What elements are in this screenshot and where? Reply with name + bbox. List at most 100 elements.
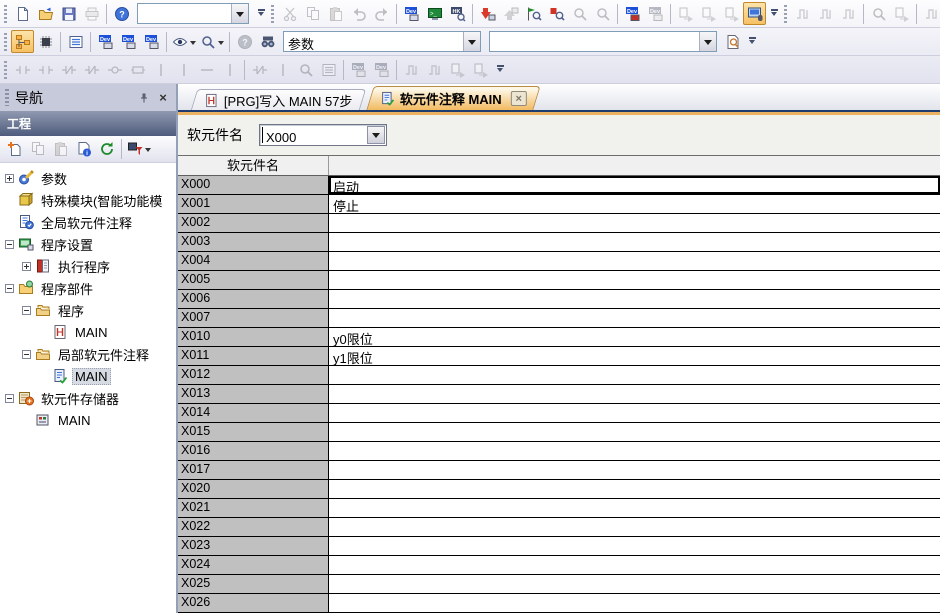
tree-item-device-memory-main[interactable]: MAIN [3, 409, 176, 431]
device-cell[interactable]: X001 [178, 195, 329, 214]
device-cell[interactable]: X005 [178, 271, 329, 290]
comment-cell[interactable] [329, 442, 940, 461]
toolbar-drag-handle[interactable] [271, 5, 274, 23]
comment-cell[interactable] [329, 575, 940, 594]
comment-cell[interactable] [329, 309, 940, 328]
comment-cell[interactable] [329, 233, 940, 252]
ladder-toolbar-overflow[interactable] [494, 59, 506, 81]
comment-cell[interactable] [329, 499, 940, 518]
device-column-header[interactable]: 软元件名 [178, 156, 329, 175]
comment-cell[interactable] [329, 594, 940, 613]
device-cell[interactable]: X012 [178, 366, 329, 385]
tree-item-parameter[interactable]: 参数 [3, 167, 176, 189]
collapse-icon[interactable] [5, 394, 14, 403]
tree-item-device-memory[interactable]: 软元件存储器 [3, 387, 176, 409]
toolbar-drag-handle[interactable] [4, 61, 7, 79]
device-cell[interactable]: X007 [178, 309, 329, 328]
device-cell[interactable]: X022 [178, 518, 329, 537]
toolbar-drag-handle[interactable] [4, 33, 7, 51]
device-cell[interactable]: X015 [178, 423, 329, 442]
comment-cell[interactable]: y0限位 [329, 328, 940, 347]
find-target-combo[interactable]: 参数 [283, 31, 481, 52]
device-cell[interactable]: X003 [178, 233, 329, 252]
device-batch-button[interactable]: Dev [140, 30, 163, 53]
device-name-dropdown-button[interactable] [367, 126, 385, 144]
monitor-stop-button[interactable] [545, 2, 568, 25]
navigation-window-button[interactable] [11, 30, 34, 53]
monitor-start-button[interactable] [522, 2, 545, 25]
drag-handle[interactable] [5, 89, 9, 106]
device-test-button[interactable]: Dev [621, 2, 644, 25]
comment-cell[interactable] [329, 480, 940, 499]
device-cell[interactable]: X020 [178, 480, 329, 499]
comment-cell[interactable] [329, 290, 940, 309]
find-keyword-combo[interactable] [489, 31, 717, 52]
comment-cell[interactable] [329, 518, 940, 537]
tree-item-global-device-comment[interactable]: 全局软元件注释 [3, 211, 176, 233]
refresh-view-button[interactable] [95, 138, 118, 161]
device-cell[interactable]: X014 [178, 404, 329, 423]
module-configuration-button[interactable] [34, 30, 57, 53]
quick-access-combo[interactable] [137, 3, 249, 24]
comment-cell[interactable] [329, 461, 940, 480]
new-project-button[interactable] [11, 2, 34, 25]
find-keyword-combo-dropdown-button[interactable] [699, 32, 716, 51]
save-project-button[interactable] [57, 2, 80, 25]
collapse-icon[interactable] [22, 306, 31, 315]
device-cell[interactable]: X013 [178, 385, 329, 404]
tree-item-local-comment-main[interactable]: MAIN [3, 365, 176, 387]
tree-item-special-module[interactable]: 特殊模块(智能功能模 [3, 189, 176, 211]
comment-cell[interactable] [329, 252, 940, 271]
comment-cell[interactable]: y1限位 [329, 347, 940, 366]
comment-cell[interactable]: 停止 [329, 195, 940, 214]
device-display-button[interactable]: Dev [400, 2, 423, 25]
comment-cell[interactable] [329, 271, 940, 290]
close-icon[interactable]: × [155, 90, 171, 106]
device-memory-list-button[interactable]: Dev [117, 30, 140, 53]
device-cell[interactable]: X024 [178, 556, 329, 575]
sort-filter-button[interactable] [125, 138, 153, 161]
find-toolbar-overflow[interactable] [746, 31, 758, 53]
device-cell[interactable]: X021 [178, 499, 329, 518]
device-batch-monitor-button[interactable]: HK [446, 2, 469, 25]
device-display-dropdown[interactable] [170, 30, 198, 53]
comment-cell[interactable] [329, 537, 940, 556]
device-cell[interactable]: X025 [178, 575, 329, 594]
online-toolbar-overflow[interactable] [768, 3, 780, 25]
comment-cell[interactable] [329, 214, 940, 233]
comment-cell[interactable]: 启动 [329, 176, 940, 195]
data-property-button[interactable]: i [72, 138, 95, 161]
collapse-icon[interactable] [5, 284, 14, 293]
toolbar-drag-handle[interactable] [784, 5, 787, 23]
find-button[interactable] [256, 30, 279, 53]
expand-icon[interactable] [5, 174, 14, 183]
collapse-icon[interactable] [5, 240, 14, 249]
tree-item-program[interactable]: 程序 [3, 299, 176, 321]
device-cell[interactable]: X006 [178, 290, 329, 309]
expand-icon[interactable] [22, 262, 31, 271]
tree-item-program-parts[interactable]: 程序部件 [3, 277, 176, 299]
tab-close-button[interactable]: × [510, 91, 526, 106]
standard-toolbar-overflow[interactable] [255, 3, 267, 25]
tree-item-execution-program[interactable]: 执行程序 [3, 255, 176, 277]
comment-column-header[interactable] [329, 156, 940, 175]
device-cell[interactable]: X017 [178, 461, 329, 480]
device-cell[interactable]: X002 [178, 214, 329, 233]
tab-prg-main[interactable]: [PRG]写入 MAIN 57步 [191, 89, 366, 110]
help-button[interactable]: ? [110, 2, 133, 25]
tree-item-program-setting[interactable]: 程序设置 [3, 233, 176, 255]
device-cell[interactable]: X026 [178, 594, 329, 613]
simulation-button[interactable] [743, 2, 766, 25]
device-find-dropdown[interactable] [198, 30, 226, 53]
tree-item-program-main[interactable]: MAIN [3, 321, 176, 343]
quick-access-combo-dropdown-button[interactable] [231, 4, 248, 23]
device-cell[interactable]: X010 [178, 328, 329, 347]
toolbar-drag-handle[interactable] [4, 5, 7, 23]
device-comment-button[interactable]: Dev [94, 30, 117, 53]
open-project-button[interactable] [34, 2, 57, 25]
device-cell[interactable]: X000 [178, 176, 329, 195]
device-name-combo[interactable]: X000 [259, 124, 387, 146]
tab-device-comment-main[interactable]: 软元件注释 MAIN× [366, 86, 540, 110]
device-cell[interactable]: X016 [178, 442, 329, 461]
tree-item-local-device-comment[interactable]: 局部软元件注释 [3, 343, 176, 365]
